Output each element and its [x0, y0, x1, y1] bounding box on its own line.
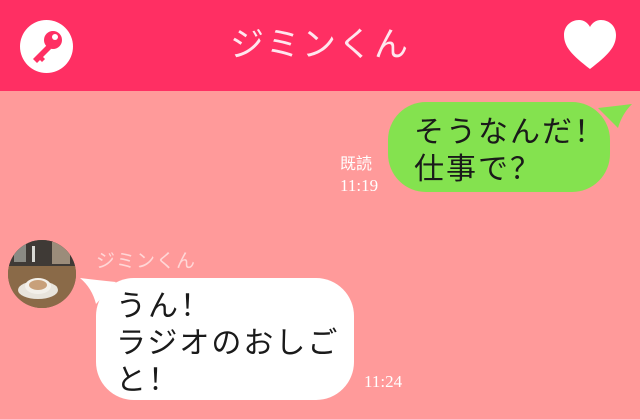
chat-title: ジミンくん: [230, 25, 410, 65]
coffee-avatar: [8, 240, 76, 308]
sender-name: ジミンくん: [96, 250, 197, 272]
read-receipt: 既読: [340, 154, 373, 173]
received-message-bubble[interactable]: うん！ ラジオのおしご と！: [96, 278, 354, 400]
message-line: そうなんだ！: [414, 115, 606, 150]
avatar[interactable]: [8, 240, 76, 308]
message-line: 仕事で？: [414, 152, 542, 187]
chat-header: ジミンくん: [0, 0, 640, 91]
message-line: うん！: [116, 289, 212, 324]
heart-icon: [564, 20, 616, 69]
message-line: と！: [116, 363, 180, 398]
key-icon: [33, 31, 62, 63]
heart-button[interactable]: [562, 19, 618, 71]
message-line: ラジオのおしご: [116, 326, 340, 361]
sent-message-bubble[interactable]: そうなんだ！ 仕事で？: [388, 102, 610, 192]
received-timestamp: 11:24: [364, 372, 403, 391]
key-button[interactable]: [20, 20, 73, 73]
sent-timestamp: 11:19: [340, 176, 379, 195]
